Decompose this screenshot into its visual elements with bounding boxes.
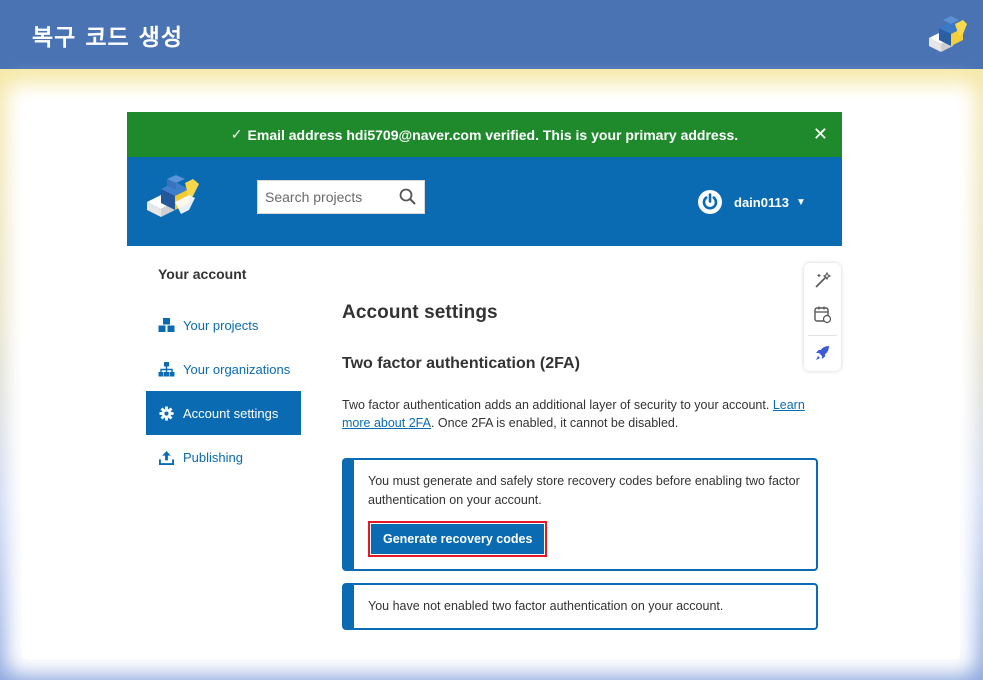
toolbar-divider (808, 335, 837, 336)
sidebar-item-publishing[interactable]: Publishing (146, 435, 301, 479)
two-factor-section-title: Two factor authentication (2FA) (342, 355, 580, 372)
account-settings-title: Account settings (342, 302, 498, 323)
two-factor-status-callout: You have not enabled two factor authenti… (342, 583, 818, 630)
verification-flash-message: ✓ Email address hdi5709@naver.com verifi… (127, 112, 842, 157)
account-sidebar: Your account Your projects Your organiza… (146, 266, 301, 479)
upload-icon (158, 450, 175, 465)
search-icon[interactable] (399, 188, 416, 205)
username: dain0113 (734, 194, 789, 210)
highlight-box: Generate recovery codes (368, 521, 548, 557)
calendar-settings-icon[interactable] (813, 305, 832, 324)
cubes-icon (158, 317, 175, 333)
description-text-after: . Once 2FA is enabled, it cannot be disa… (430, 416, 679, 430)
sidebar-item-your-projects[interactable]: Your projects (146, 303, 301, 347)
recovery-codes-message: You must generate and safely store recov… (368, 474, 800, 507)
sidebar-item-label: Your organizations (183, 361, 291, 377)
sidebar-item-label: Your projects (183, 317, 259, 333)
page-title: 복구 코드 생성 (32, 24, 183, 51)
pypi-logo-icon[interactable] (145, 170, 201, 218)
python-package-logo-icon (929, 16, 967, 52)
rocket-icon[interactable] (813, 343, 832, 362)
search-input[interactable] (265, 189, 395, 205)
chevron-down-icon: ▼ (795, 196, 806, 208)
floating-toolbar (804, 263, 841, 371)
sidebar-item-your-organizations[interactable]: Your organizations (146, 347, 301, 391)
two-factor-description: Two factor authentication adds an additi… (342, 396, 822, 432)
description-text: Two factor authentication adds an additi… (342, 398, 773, 412)
power-icon (702, 193, 718, 210)
search-box (257, 180, 425, 214)
checkmark-icon: ✓ (230, 126, 243, 142)
sidebar-heading: Your account (158, 266, 247, 282)
flash-text: Email address hdi5709@naver.com verified… (247, 126, 739, 143)
recovery-codes-callout: You must generate and safely store recov… (342, 458, 818, 571)
sitemap-icon (158, 361, 175, 377)
website-screenshot: ✓ Email address hdi5709@naver.com verifi… (127, 112, 842, 642)
generate-recovery-codes-button[interactable]: Generate recovery codes (371, 524, 545, 554)
sidebar-item-label: Account settings (183, 405, 279, 421)
main-content: Account settings Two factor authenticati… (342, 302, 822, 630)
magic-wand-icon[interactable] (813, 271, 832, 290)
title-bar: 복구 코드 생성 (0, 0, 983, 69)
user-menu[interactable]: dain0113 ▼ (698, 189, 806, 215)
avatar (698, 190, 722, 214)
gear-icon (158, 405, 175, 421)
site-header: dain0113 ▼ (127, 157, 842, 246)
sidebar-item-account-settings[interactable]: Account settings (146, 391, 301, 435)
close-icon[interactable]: ✕ (813, 124, 828, 145)
two-factor-status-message: You have not enabled two factor authenti… (368, 599, 724, 613)
sidebar-item-label: Publishing (183, 449, 243, 465)
